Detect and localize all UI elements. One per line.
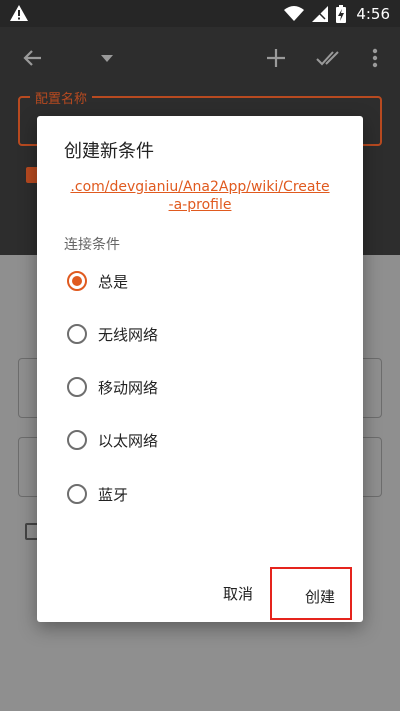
option-label: 以太网络 [98,431,159,450]
create-button[interactable]: 创建 [305,586,335,607]
radio-checked-icon[interactable] [67,271,87,291]
create-condition-dialog: 创建新条件 .com/devgianiu/Ana2App/wiki/Create… [37,116,363,622]
wiki-link-line-2[interactable]: -a-profile [37,197,363,213]
status-bar: 4:56 [0,0,400,27]
status-time: 4:56 [356,5,390,23]
option-label: 总是 [98,272,129,291]
option-wifi[interactable]: 无线网络 [67,319,327,349]
add-icon[interactable] [266,48,286,68]
config-name-label: 配置名称 [30,88,93,107]
option-label: 蓝牙 [98,485,129,504]
radio-unchecked-icon[interactable] [67,430,87,450]
dropdown-icon[interactable] [101,55,113,62]
more-vert-icon[interactable] [372,48,378,68]
option-label: 移动网络 [98,378,159,397]
back-arrow-icon[interactable] [22,48,42,68]
status-icons: 4:56 [284,4,390,24]
radio-unchecked-icon[interactable] [67,324,87,344]
radio-unchecked-icon[interactable] [67,377,87,397]
option-ethernet[interactable]: 以太网络 [67,425,327,455]
option-label: 无线网络 [98,325,159,344]
wifi-icon [284,6,305,21]
option-bluetooth[interactable]: 蓝牙 [67,479,327,509]
cancel-button[interactable]: 取消 [223,583,253,604]
signal-icon [312,6,329,22]
connection-condition-label: 连接条件 [64,237,120,253]
battery-charging-icon [336,5,347,23]
radio-unchecked-icon[interactable] [67,484,87,504]
done-all-icon[interactable] [316,49,344,67]
option-always[interactable]: 总是 [67,266,327,296]
wiki-link-line-1[interactable]: .com/devgianiu/Ana2App/wiki/Create [37,179,363,195]
dialog-title: 创建新条件 [64,141,154,162]
warning-icon [10,5,28,21]
screen: 4:56 配置名称 创建新条件 .com/devgianiu/Ana2App/w… [0,0,400,711]
wiki-link[interactable]: .com/devgianiu/Ana2App/wiki/Create -a-pr… [37,178,363,218]
option-mobile[interactable]: 移动网络 [67,372,327,402]
create-button-highlight: 创建 [270,567,352,620]
